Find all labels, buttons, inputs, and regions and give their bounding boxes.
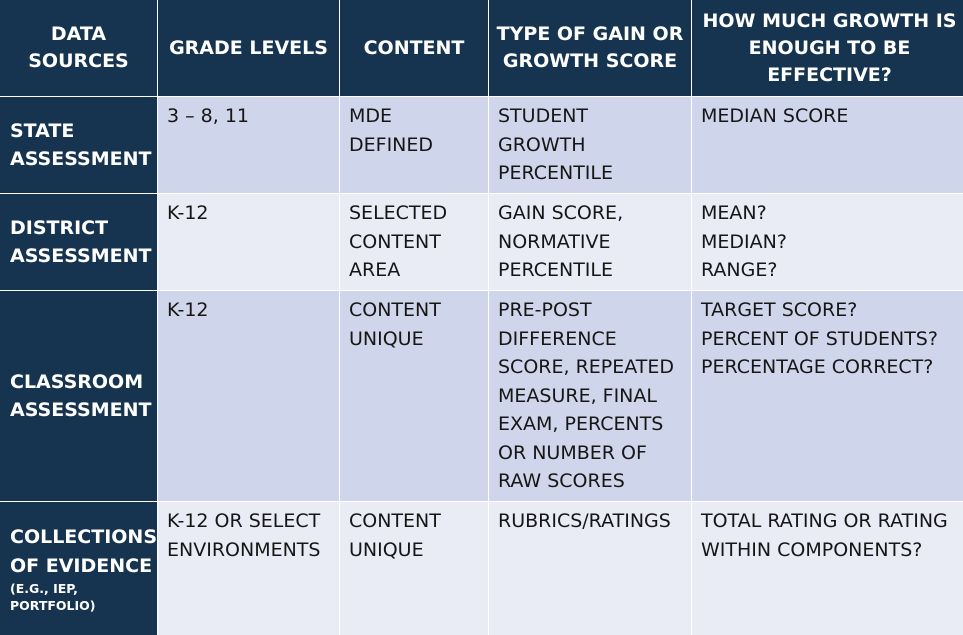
row-collections-grades: K-12 OR SELECT ENVIRONMENTS (158, 502, 339, 635)
source-line: STATE (10, 119, 75, 142)
source-line: OF EVIDENCE (10, 554, 153, 577)
row-collections-growth: TOTAL RATING OR RATING WITHIN COMPONENTS… (692, 502, 963, 635)
row-classroom-content: CONTENT UNIQUE (340, 291, 488, 501)
row-classroom-grades: K-12 (158, 291, 339, 501)
source-line: COLLECTIONS (10, 526, 157, 548)
row-state-source: STATE ASSESSMENT (0, 97, 157, 193)
row-collections-source: COLLECTIONS OF EVIDENCE (E.G., IEP, PORT… (0, 502, 157, 635)
row-classroom-source: CLASSROOM ASSESSMENT (0, 291, 157, 501)
source-line: DISTRICT (10, 216, 109, 239)
source-note: (E.G., IEP, (10, 581, 78, 596)
source-line: CLASSROOM (10, 370, 144, 393)
source-line: ASSESSMENT (10, 399, 152, 421)
row-collections-content: CONTENT UNIQUE (340, 502, 488, 635)
header-grade-levels: GRADE LEVELS (158, 0, 339, 96)
growth-data-table: DATA SOURCES GRADE LEVELS CONTENT TYPE O… (0, 0, 963, 635)
header-type-of-gain: TYPE OF GAIN OR GROWTH SCORE (489, 0, 691, 96)
row-classroom-growth: TARGET SCORE? PERCENT OF STUDENTS? PERCE… (692, 291, 963, 501)
row-state-content: MDE DEFINED (340, 97, 488, 193)
row-district-grades: K-12 (158, 194, 339, 290)
row-district-content: SELECTED CONTENT AREA (340, 194, 488, 290)
row-district-source: DISTRICT ASSESSMENT (0, 194, 157, 290)
source-line: ASSESSMENT (10, 245, 152, 267)
source-note: PORTFOLIO) (10, 598, 96, 613)
row-state-grades: 3 – 8, 11 (158, 97, 339, 193)
header-how-much-growth: HOW MUCH GROWTH IS ENOUGH TO BE EFFECTIV… (692, 0, 963, 96)
row-district-growth: MEAN? MEDIAN? RANGE? (692, 194, 963, 290)
header-content: CONTENT (340, 0, 488, 96)
row-classroom-type: PRE-POST DIFFERENCE SCORE, REPEATED MEAS… (489, 291, 691, 501)
row-state-growth: MEDIAN SCORE (692, 97, 963, 193)
header-data-sources: DATA SOURCES (0, 0, 157, 96)
row-collections-type: RUBRICS/RATINGS (489, 502, 691, 635)
row-state-type: STUDENT GROWTH PERCENTILE (489, 97, 691, 193)
source-line: ASSESSMENT (10, 148, 152, 170)
row-district-type: GAIN SCORE, NORMATIVE PERCENTILE (489, 194, 691, 290)
